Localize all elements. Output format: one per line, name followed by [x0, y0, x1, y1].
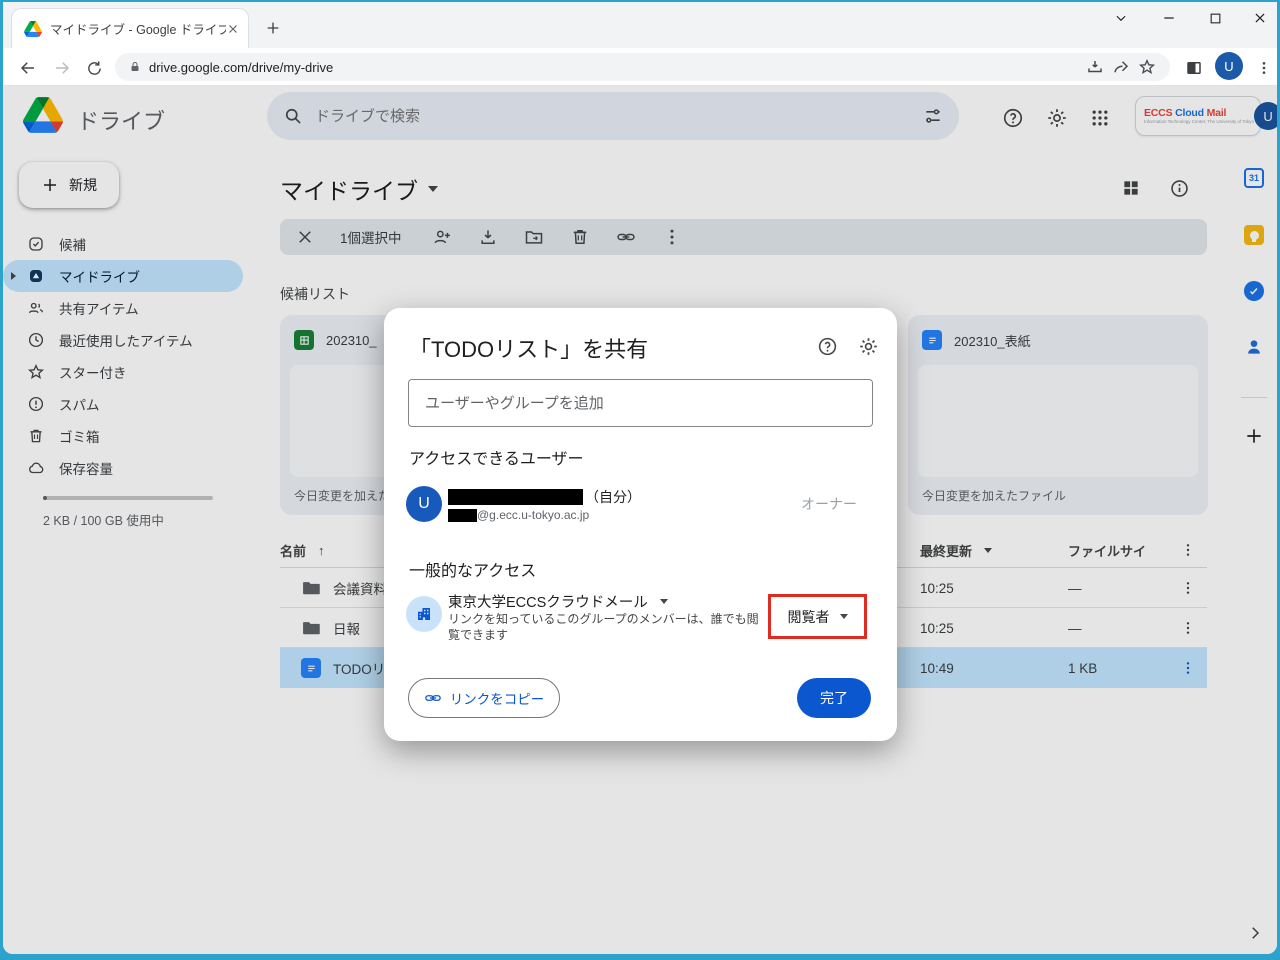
role-label: 閲覧者	[787, 608, 830, 625]
general-access-heading: 一般的なアクセス	[409, 563, 537, 580]
group-access-description: リンクを知っているこのグループのメンバーは、誰でも閲覧できます	[448, 612, 759, 642]
lock-icon	[131, 62, 139, 71]
drive-favicon	[24, 20, 42, 37]
group-name: 東京大学ECCSクラウドメール	[448, 595, 648, 611]
role-dropdown-annotated[interactable]: 閲覧者	[768, 594, 867, 639]
browser-menu-icon[interactable]	[1251, 55, 1277, 81]
redacted-name	[448, 489, 583, 505]
tab-title: マイドライブ - Google ドライブ	[50, 23, 226, 37]
owner-email-domain: @g.ecc.u-tokyo.ac.jp	[477, 508, 590, 522]
owner-self-suffix: （自分）	[585, 489, 641, 505]
address-bar: drive.google.com/drive/my-drive U	[3, 48, 1277, 86]
reload-icon[interactable]	[81, 55, 107, 81]
share-help-icon[interactable]	[815, 334, 839, 358]
forward-icon[interactable]	[49, 55, 75, 81]
drive-app: ドライブ ECCS Cloud	[3, 86, 1277, 954]
owner-avatar: U	[406, 486, 442, 522]
owner-role-label: オーナー	[801, 496, 857, 512]
group-access-selector[interactable]: 東京大学ECCSクラウドメール	[448, 591, 668, 612]
chevron-down-icon	[659, 599, 668, 604]
share-settings-gear-icon[interactable]	[856, 334, 880, 358]
owner-name: （自分）	[448, 487, 641, 507]
add-people-input[interactable]	[408, 379, 873, 427]
browser-window: マイドライブ - Google ドライブ drive.google.com/dr…	[3, 2, 1277, 954]
window-minimize-button[interactable]	[1146, 4, 1192, 32]
window-hide-icon[interactable]	[1098, 4, 1144, 32]
browser-tab[interactable]: マイドライブ - Google ドライブ	[11, 8, 249, 48]
people-with-access-heading: アクセスできるユーザー	[409, 451, 584, 468]
back-icon[interactable]	[15, 55, 41, 81]
window-maximize-button[interactable]	[1192, 4, 1238, 32]
side-panel-icon[interactable]	[1181, 55, 1207, 81]
redacted-email-prefix	[448, 508, 477, 522]
share-dialog: 「TODOリスト」を共有 アクセスできるユーザー U （自分） @g.ecc.u…	[384, 308, 897, 741]
chevron-down-icon	[839, 614, 848, 619]
save-offline-icon[interactable]	[1082, 54, 1108, 80]
tab-close-icon[interactable]	[226, 22, 240, 36]
dialog-title: 「TODOリスト」を共有	[409, 337, 649, 362]
screen-capture-border: マイドライブ - Google ドライブ drive.google.com/dr…	[0, 0, 1280, 960]
link-icon	[424, 695, 441, 701]
new-tab-button[interactable]	[259, 14, 287, 42]
share-icon[interactable]	[1108, 54, 1134, 80]
done-button[interactable]: 完了	[797, 678, 871, 718]
copy-link-label: リンクをコピー	[449, 692, 545, 707]
window-close-button[interactable]	[1237, 4, 1277, 32]
browser-profile-avatar[interactable]: U	[1215, 52, 1243, 80]
owner-email: @g.ecc.u-tokyo.ac.jp	[448, 508, 589, 522]
url-text: drive.google.com/drive/my-drive	[149, 59, 334, 75]
organization-building-icon	[406, 596, 442, 632]
url-field[interactable]: drive.google.com/drive/my-drive	[115, 53, 1170, 81]
tab-strip: マイドライブ - Google ドライブ	[3, 2, 1277, 48]
copy-link-button[interactable]: リンクをコピー	[408, 678, 560, 718]
bookmark-star-icon[interactable]	[1134, 54, 1160, 80]
